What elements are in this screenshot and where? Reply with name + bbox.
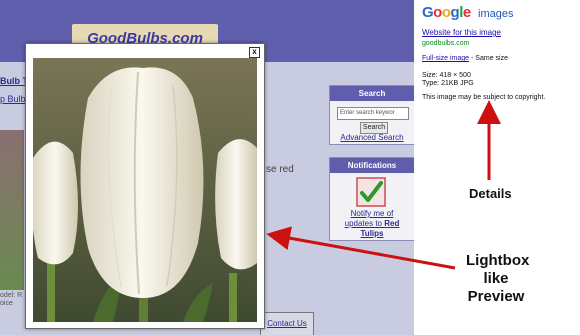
logo-letter-g2: g xyxy=(450,4,460,21)
lightbox-label-line1: Lightbox xyxy=(466,252,530,269)
preview-image[interactable] xyxy=(33,58,257,322)
domain-text: goodbulbs.com xyxy=(422,40,470,47)
fullsize-row: Full-size image - Same size xyxy=(422,55,508,62)
notifications-widget-title: Notifications xyxy=(330,158,414,173)
logo-letter-o2: o xyxy=(441,4,451,21)
notify-line3: Tulips xyxy=(360,229,384,238)
search-widget-title: Search xyxy=(330,86,414,101)
lightbox-label: Lightbox like Preview xyxy=(466,252,530,306)
notify-line2: updates to xyxy=(344,219,382,228)
contact-us-button[interactable]: Contact Us xyxy=(260,312,314,335)
choice-text: oice xyxy=(0,300,13,307)
notifications-widget: Notifications Notify me of updates to Re… xyxy=(329,157,414,241)
fullsize-suffix: - Same size xyxy=(469,55,508,62)
google-logo[interactable]: Google xyxy=(422,4,471,21)
product-description-text: se red xyxy=(266,164,294,175)
product-thumbnail[interactable] xyxy=(0,130,24,290)
fullsize-image-link[interactable]: Full-size image xyxy=(422,55,469,62)
lightbox-preview: x xyxy=(25,43,265,329)
logo-letter-o1: o xyxy=(433,4,442,21)
notify-bold: Red xyxy=(384,219,400,228)
search-input[interactable]: Enter search keywor xyxy=(337,107,409,120)
close-icon[interactable]: x xyxy=(249,47,260,58)
lightbox-label-line3: Preview xyxy=(467,288,525,305)
size-text: Size: 418 × 500 xyxy=(422,72,471,79)
logo-letter-e: e xyxy=(462,4,471,21)
advanced-search-link[interactable]: Advanced Search xyxy=(330,133,414,142)
lightbox-label-line2: like xyxy=(483,270,509,287)
copyright-text: This image may be subject to copyright. xyxy=(422,94,546,101)
model-text: odel: R xyxy=(0,292,23,299)
images-label: images xyxy=(478,8,514,20)
search-widget: Search Enter search keywor Search Advanc… xyxy=(329,85,414,145)
details-label: Details xyxy=(469,186,512,201)
website-link[interactable]: Website for this image xyxy=(422,28,501,37)
checkmark-icon[interactable] xyxy=(356,177,386,207)
notify-link[interactable]: Notify me of updates to Red Tulips xyxy=(330,209,414,239)
notify-line1: Notify me of xyxy=(350,209,394,218)
logo-letter-g: G xyxy=(422,4,434,21)
type-text: Type: 21KB JPG xyxy=(422,80,474,87)
